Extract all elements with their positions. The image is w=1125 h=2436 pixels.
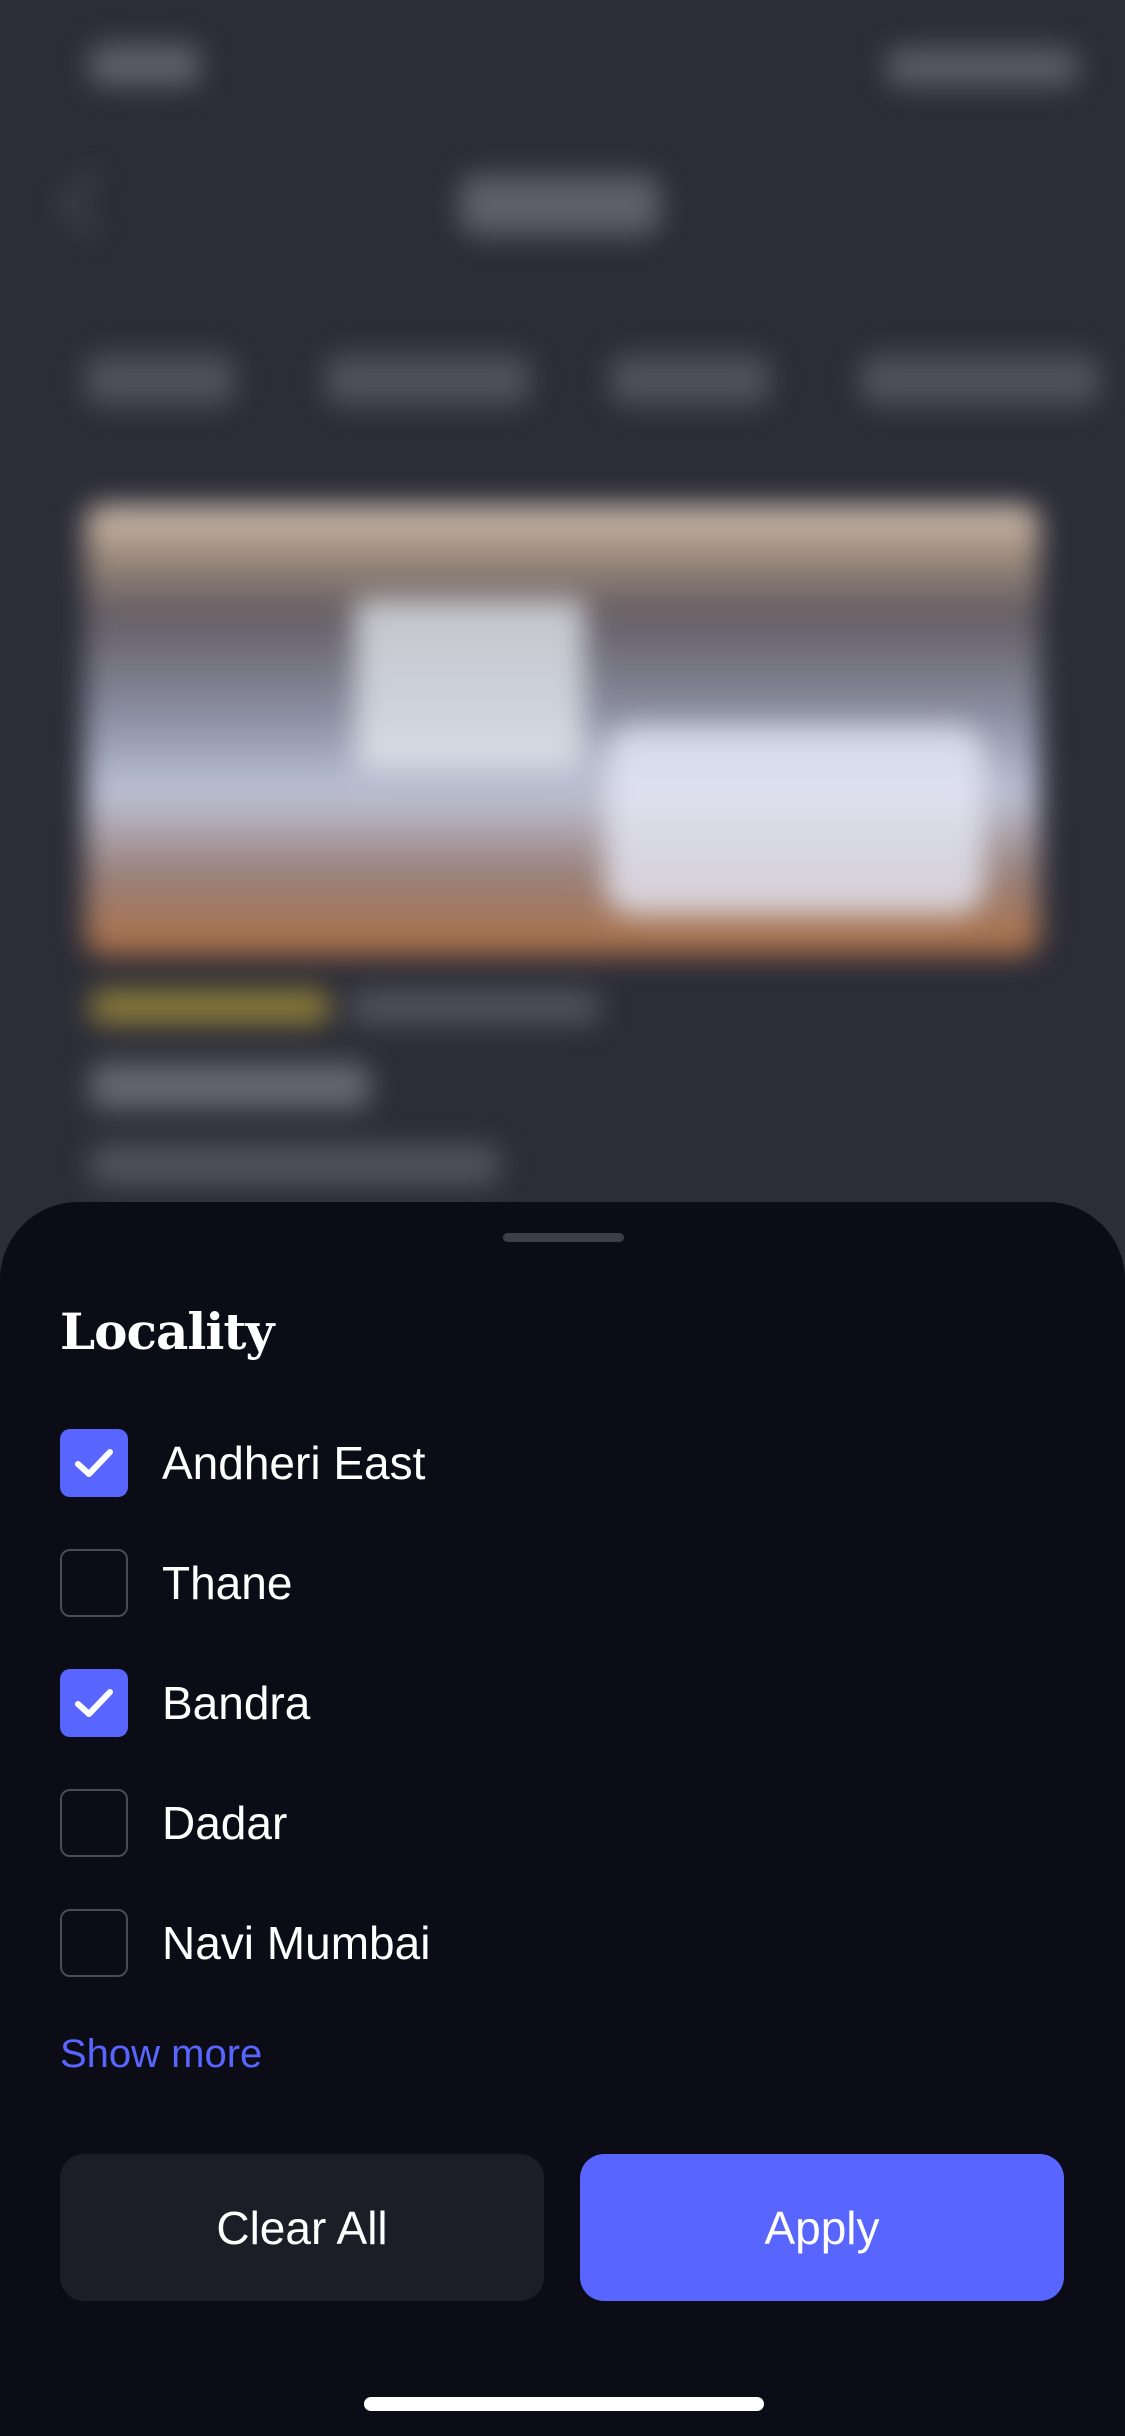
locality-option-andheri-east[interactable]: Andheri East bbox=[60, 1429, 1060, 1554]
option-label: Dadar bbox=[162, 1797, 288, 1849]
review-count bbox=[350, 990, 600, 1024]
status-bar-time bbox=[90, 45, 200, 85]
checkbox[interactable] bbox=[60, 1429, 128, 1497]
option-label: Bandra bbox=[162, 1677, 311, 1729]
checkbox[interactable] bbox=[60, 1549, 128, 1617]
filter-chip bbox=[610, 355, 770, 405]
checkmark-icon bbox=[75, 1449, 113, 1477]
filter-chip bbox=[325, 355, 530, 405]
locality-option-list: Andheri East Thane Bandra Dadar Navi Mum… bbox=[60, 1429, 1060, 2034]
sheet-title: Locality bbox=[60, 1302, 274, 1361]
back-arrow-icon bbox=[60, 170, 126, 236]
option-label: Thane bbox=[162, 1557, 293, 1609]
checkbox[interactable] bbox=[60, 1909, 128, 1977]
locality-option-dadar[interactable]: Dadar bbox=[60, 1789, 1060, 1914]
option-label: Navi Mumbai bbox=[162, 1917, 431, 1969]
hotel-image bbox=[85, 505, 1040, 955]
locality-filter-sheet: Locality Andheri East Thane Bandra Dadar bbox=[0, 1202, 1125, 2436]
hotel-name bbox=[90, 1063, 370, 1109]
rating-stars bbox=[90, 990, 330, 1024]
locality-option-bandra[interactable]: Bandra bbox=[60, 1669, 1060, 1794]
page-title-blurred bbox=[460, 175, 660, 235]
locality-option-thane[interactable]: Thane bbox=[60, 1549, 1060, 1674]
checkbox[interactable] bbox=[60, 1789, 128, 1857]
status-bar-icons bbox=[887, 48, 1077, 86]
locality-option-navi-mumbai[interactable]: Navi Mumbai bbox=[60, 1909, 1060, 2034]
filter-chip bbox=[85, 355, 235, 405]
sheet-grabber[interactable] bbox=[503, 1233, 624, 1242]
checkmark-icon bbox=[75, 1689, 113, 1717]
hotel-location bbox=[90, 1145, 500, 1185]
show-more-link[interactable]: Show more bbox=[60, 2032, 262, 2077]
home-indicator[interactable] bbox=[364, 2397, 764, 2411]
option-label: Andheri East bbox=[162, 1437, 426, 1489]
clear-all-button[interactable]: Clear All bbox=[60, 2154, 544, 2301]
apply-button[interactable]: Apply bbox=[580, 2154, 1064, 2301]
filter-chip bbox=[860, 355, 1100, 405]
checkbox[interactable] bbox=[60, 1669, 128, 1737]
